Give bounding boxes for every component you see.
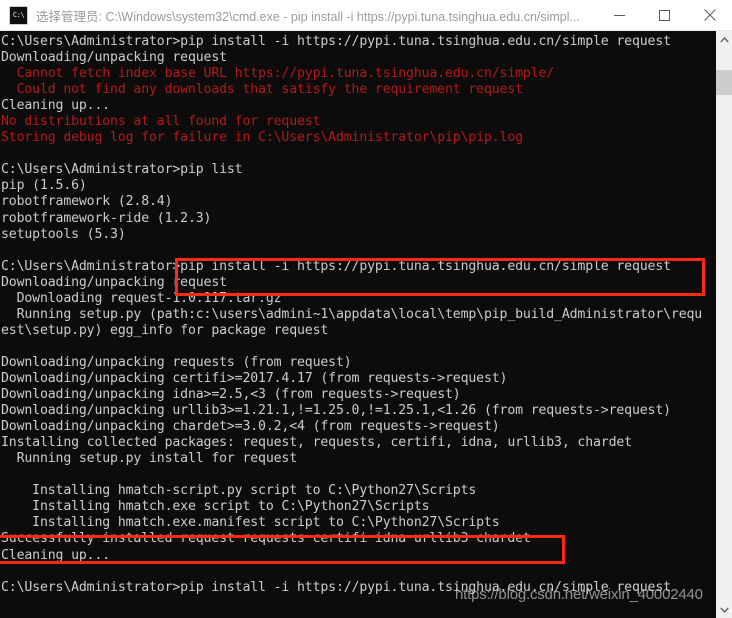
maximize-icon: [659, 9, 670, 21]
console-line: Downloading/unpacking idna>=2.5,<3 (from…: [1, 387, 461, 403]
close-icon: [703, 9, 716, 21]
console-output-area[interactable]: C:\Users\Administrator>pip install -i ht…: [0, 31, 716, 618]
console-line: Downloading/unpacking chardet>=3.0.2,<4 …: [1, 419, 500, 435]
console-line: Downloading/unpacking requests (from req…: [1, 354, 352, 370]
console-line: Installing hmatch-script.py script to C:…: [1, 483, 477, 499]
console-line: Installing hmatch.exe.manifest script to…: [1, 515, 500, 531]
close-button[interactable]: [687, 0, 732, 30]
window-title: 选择管理员: C:\Windows\system32\cmd.exe - pip…: [36, 9, 580, 24]
console-line: Downloading request-1.0.117.tar.gz: [1, 290, 282, 306]
console-line: est\setup.py) egg_info for package reque…: [1, 322, 329, 338]
console-line: Cleaning up...: [1, 98, 111, 114]
minimize-button[interactable]: [597, 0, 642, 30]
console-line: Running setup.py (path:c:\users\admini~1…: [1, 306, 703, 322]
vertical-scrollbar[interactable]: [716, 31, 732, 618]
scrollbar-thumb[interactable]: [716, 70, 732, 95]
console-line: robotframework (2.8.4): [1, 194, 173, 210]
console-line: pip (1.5.6): [1, 178, 87, 194]
console-line: Cannot fetch index base URL https://pypi…: [1, 66, 555, 82]
console-line: Cleaning up...: [1, 547, 111, 563]
console-line: C:\Users\Administrator>pip install -i ht…: [1, 258, 671, 274]
cmd-window: C:\ 选择管理员: C:\Windows\system32\cmd.exe -…: [0, 0, 732, 618]
console-line: Could not find any downloads that satisf…: [1, 82, 523, 98]
console-line: Downloading/unpacking urllib3>=1.21.1,!=…: [1, 403, 671, 419]
console-line: C:\Users\Administrator>pip list: [1, 162, 243, 178]
console-line: Installing collected packages: request, …: [1, 435, 632, 451]
scroll-down-button[interactable]: [716, 601, 732, 618]
console-line: Running setup.py install for request: [1, 451, 298, 467]
console-line: Installing hmatch.exe script to C:\Pytho…: [1, 499, 430, 515]
console-line: Downloading/unpacking request: [1, 50, 227, 66]
console-line: Successfully installed request requests …: [1, 531, 531, 547]
maximize-button[interactable]: [642, 0, 687, 30]
cmd-icon: C:\: [9, 5, 28, 25]
console-line: No distributions at all found for reques…: [1, 114, 321, 130]
console-line: C:\Users\Administrator>pip install -i ht…: [1, 579, 671, 595]
console-line: robotframework-ride (1.2.3): [1, 210, 212, 226]
console-line: Storing debug log for failure in C:\User…: [1, 130, 523, 146]
scroll-down-arrow-icon: [719, 607, 729, 613]
console-line: C:\Users\Administrator>pip install -i ht…: [1, 34, 671, 49]
minimize-icon: [614, 14, 625, 16]
scroll-up-arrow-icon: [719, 36, 729, 42]
console-line: Downloading/unpacking request: [1, 274, 227, 290]
console-line: setuptools (5.3): [1, 226, 126, 242]
console-line-list: C:\Users\Administrator>pip install -i ht…: [0, 34, 716, 596]
console-line: Downloading/unpacking certifi>=2017.4.17…: [1, 370, 508, 386]
window-titlebar[interactable]: C:\ 选择管理员: C:\Windows\system32\cmd.exe -…: [0, 0, 732, 31]
scroll-up-button[interactable]: [716, 31, 732, 48]
